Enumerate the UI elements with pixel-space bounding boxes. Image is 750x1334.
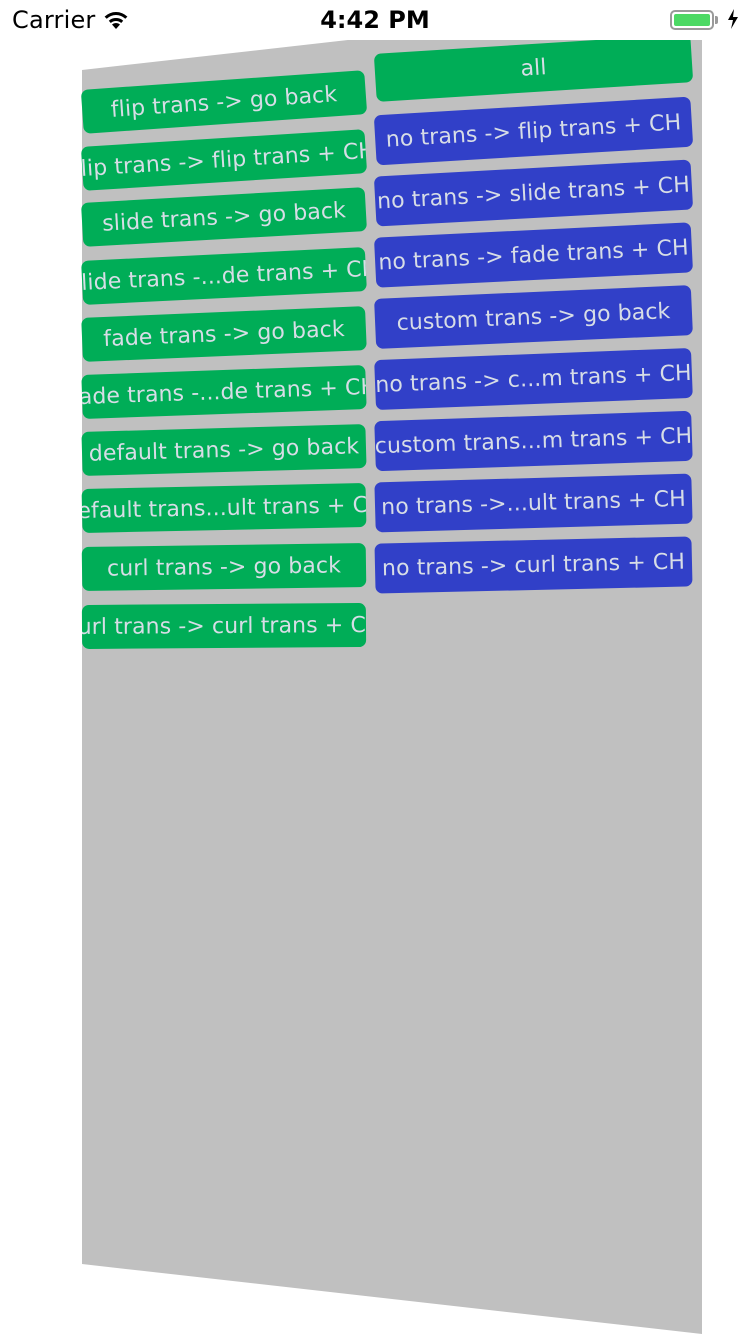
button-no-trans-fade-trans-ch[interactable]: no trans -> fade trans + CH (373, 222, 694, 288)
button-no-trans-flip-trans-ch[interactable]: no trans -> flip trans + CH (373, 96, 694, 166)
button-no-trans-ult-trans-ch[interactable]: no trans ->...ult trans + CH (374, 473, 693, 533)
button-no-trans-slide-trans-ch[interactable]: no trans -> slide trans + CH (373, 159, 694, 227)
button-no-trans-curl-trans-ch[interactable]: no trans -> curl trans + CH (374, 536, 693, 594)
button-default-trans-ult-trans-ch[interactable]: default trans...ult trans + CH (81, 483, 367, 533)
button-curl-trans-curl-trans-ch[interactable]: curl trans -> curl trans + CH (81, 603, 367, 649)
transition-demo-screen: flip trans -> go back flip trans -> flip … (0, 0, 750, 1334)
button-custom-trans-go-back[interactable]: custom trans -> go back (374, 285, 693, 349)
button-fade-trans-go-back[interactable]: fade trans -> go back (81, 306, 367, 362)
button-flip-trans-flip-trans-ch[interactable]: flip trans -> flip trans + CH (80, 129, 368, 191)
button-all[interactable]: all (373, 34, 694, 102)
button-curl-trans-go-back[interactable]: curl trans -> go back (81, 543, 367, 591)
button-default-trans-go-back[interactable]: default trans -> go back (81, 424, 367, 476)
clock: 4:42 PM (320, 6, 430, 34)
button-slide-trans-de-trans-ch[interactable]: slide trans -...de trans + CH (81, 247, 367, 305)
battery-cap (715, 16, 718, 24)
button-flip-trans-go-back[interactable]: flip trans -> go back (80, 70, 368, 134)
battery-icon (670, 10, 714, 30)
button-custom-trans-m-trans-ch[interactable]: custom trans...m trans + CH (374, 410, 693, 472)
charging-bolt-icon (728, 9, 738, 29)
button-fade-trans-de-trans-ch[interactable]: fade trans -...de trans + CH (81, 365, 367, 419)
button-grid: flip trans -> go back flip trans -> flip … (80, 34, 702, 1334)
button-no-trans-c-m-trans-ch[interactable]: no trans -> c...m trans + CH (374, 347, 693, 411)
status-bar: Carrier 4:42 PM (0, 0, 750, 40)
button-slide-trans-go-back[interactable]: slide trans -> go back (80, 187, 368, 247)
battery-fill (674, 14, 710, 26)
